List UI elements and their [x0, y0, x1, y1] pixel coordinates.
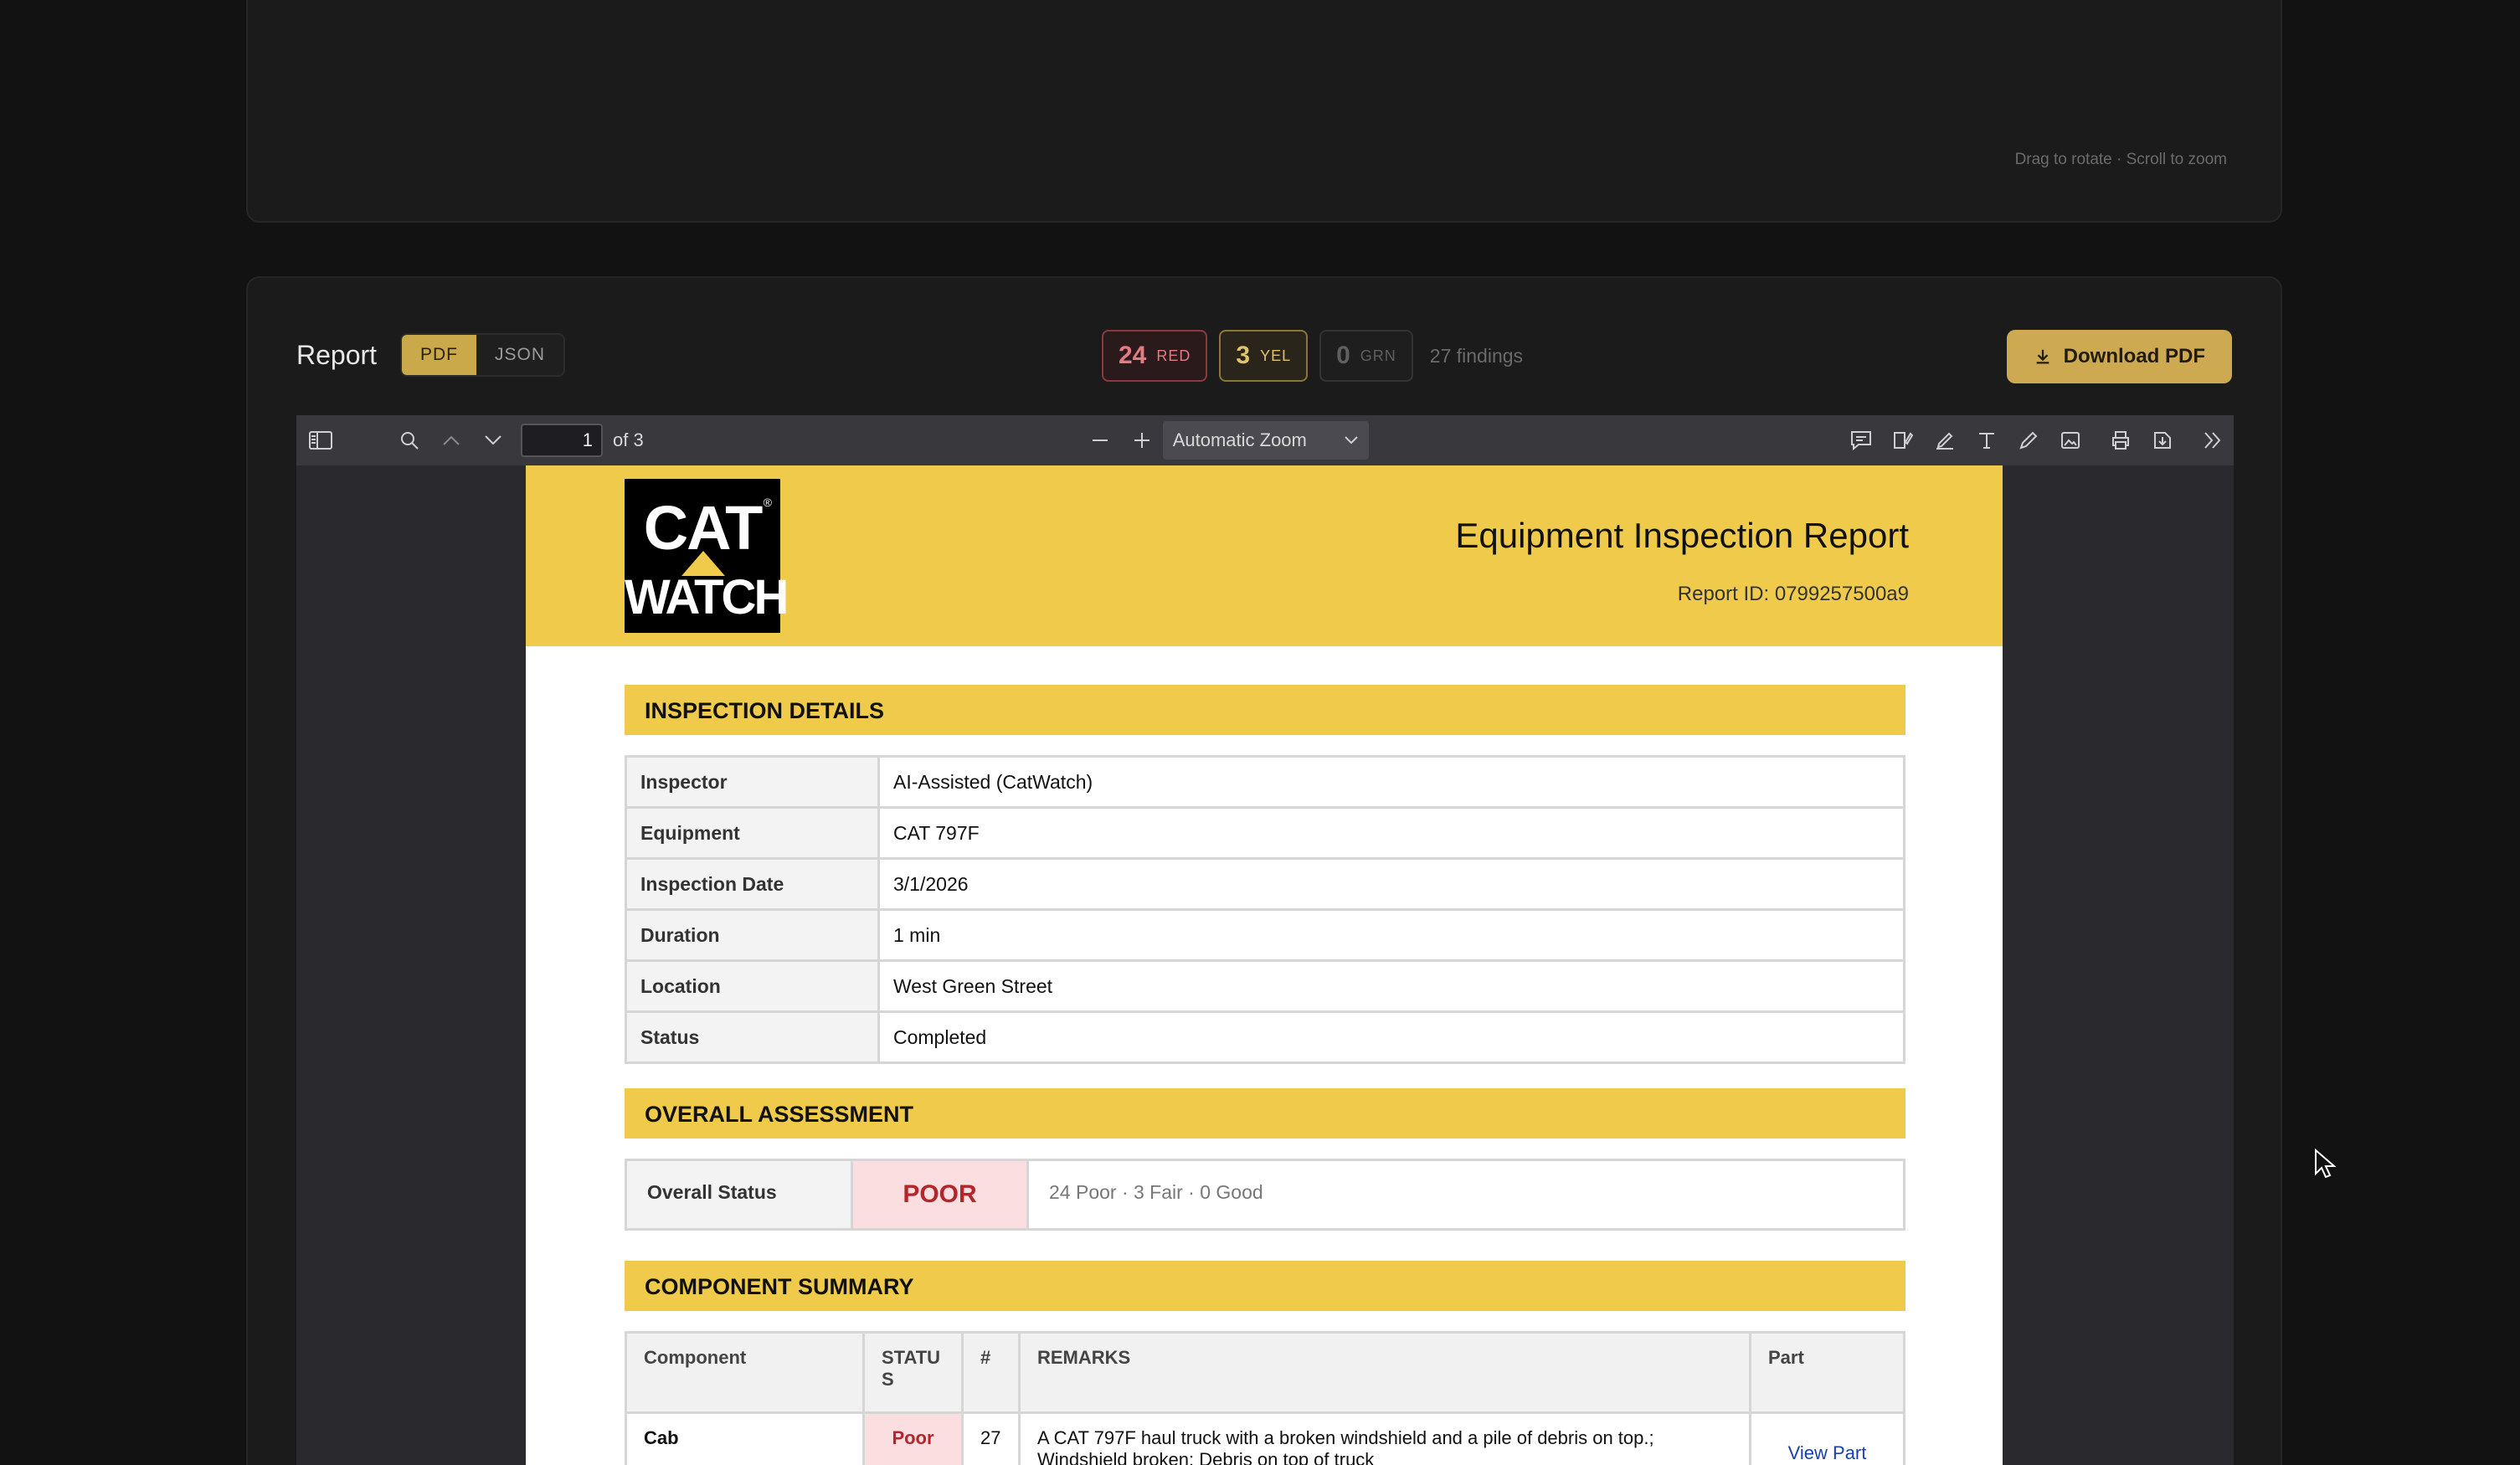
red-count-badge: 24 RED — [1102, 330, 1208, 382]
download-pdf-button[interactable]: Download PDF — [2006, 330, 2232, 383]
report-panel: Report PDF JSON 24 RED 3 YEL 0 GRN 27 fi… — [246, 276, 2282, 1465]
table-row: Cab Poor 27 A CAT 797F haul truck with a… — [625, 1411, 1905, 1465]
document-title: Equipment Inspection Report — [1455, 516, 1909, 555]
chevron-down-icon — [1344, 436, 1358, 445]
zoom-select[interactable]: Automatic Zoom — [1162, 421, 1369, 460]
section-heading-assessment: OVERALL ASSESSMENT — [625, 1088, 1905, 1139]
tab-pdf[interactable]: PDF — [402, 335, 476, 375]
more-tools-icon[interactable] — [2192, 415, 2234, 465]
table-row: Equipment CAT 797F — [625, 806, 1905, 860]
page-number-input[interactable]: 1 — [521, 424, 603, 457]
overall-status-badge: POOR — [853, 1161, 1029, 1228]
zoom-select-value: Automatic Zoom — [1172, 429, 1307, 450]
previous-page-icon[interactable] — [430, 415, 472, 465]
overall-status-label: Overall Status — [627, 1161, 853, 1228]
signature-icon[interactable] — [1882, 415, 1924, 465]
report-header: Report PDF JSON 24 RED 3 YEL 0 GRN 27 fi… — [296, 330, 2232, 383]
report-title: Report — [296, 340, 378, 370]
pdf-toolbar: 1 of 3 Automatic Zoom — [296, 415, 2234, 465]
green-count-badge: 0 GRN — [1319, 330, 1413, 382]
section-heading-details: INSPECTION DETAILS — [625, 685, 1905, 735]
col-component: Component — [625, 1331, 865, 1414]
red-label: RED — [1156, 347, 1191, 364]
page-count: of 3 — [613, 429, 644, 450]
section-heading-components: COMPONENT SUMMARY — [625, 1261, 1905, 1311]
image-icon[interactable] — [2049, 415, 2091, 465]
component-name: Cab — [625, 1411, 865, 1465]
catwatch-logo: CAT WATCH ® — [625, 479, 789, 633]
yellow-label: YEL — [1260, 347, 1292, 364]
comment-icon[interactable] — [1840, 415, 1882, 465]
view-part-link[interactable]: View Part — [1749, 1411, 1905, 1465]
format-toggle: PDF JSON — [400, 333, 566, 377]
table-row: Inspection Date 3/1/2026 — [625, 857, 1905, 911]
draw-icon[interactable] — [2008, 415, 2049, 465]
zoom-in-icon[interactable] — [1121, 415, 1163, 465]
model-viewer-panel[interactable]: Drag to rotate · Scroll to zoom — [246, 0, 2282, 223]
overall-assessment: Overall Status POOR 24 Poor · 3 Fair · 0… — [625, 1159, 1905, 1231]
table-row: Duration 1 min — [625, 908, 1905, 962]
component-summary-table: Component STATUS # REMARKS Part Cab Poor… — [625, 1331, 1905, 1465]
col-status: STATUS — [862, 1331, 964, 1414]
component-remarks: A CAT 797F haul truck with a broken wind… — [1018, 1411, 1751, 1465]
pdf-page: CAT WATCH ® Equipment Inspection Report … — [526, 465, 2003, 1465]
viewer-hint: Drag to rotate · Scroll to zoom — [2014, 151, 2227, 168]
zoom-out-icon[interactable] — [1079, 415, 1121, 465]
next-page-icon[interactable] — [472, 415, 514, 465]
component-count: 27 — [961, 1411, 1021, 1465]
table-row: Location West Green Street — [625, 959, 1905, 1013]
report-id: Report ID: 0799257500a9 — [1677, 583, 1909, 605]
col-count: # — [961, 1331, 1021, 1414]
inspection-details-table: Inspector AI-Assisted (CatWatch) Equipmen… — [625, 755, 1905, 1064]
table-row: Status Completed — [625, 1010, 1905, 1064]
table-row: Inspector AI-Assisted (CatWatch) — [625, 755, 1905, 809]
save-icon[interactable] — [2142, 415, 2183, 465]
download-icon — [2036, 349, 2049, 364]
download-pdf-label: Download PDF — [2063, 345, 2205, 368]
green-label: GRN — [1360, 347, 1396, 364]
mouse-cursor-icon — [2315, 1149, 2336, 1179]
tab-json[interactable]: JSON — [476, 335, 563, 375]
highlight-icon[interactable] — [1924, 415, 1966, 465]
overall-status-summary: 24 Poor · 3 Fair · 0 Good — [1049, 1181, 1263, 1203]
search-icon[interactable] — [388, 415, 430, 465]
component-status: Poor — [862, 1411, 964, 1465]
table-header-row: Component STATUS # REMARKS Part — [625, 1331, 1905, 1414]
col-part: Part — [1749, 1331, 1905, 1414]
yellow-count: 3 — [1236, 342, 1251, 369]
findings-total: 27 findings — [1429, 344, 1524, 367]
text-icon[interactable] — [1966, 415, 2008, 465]
findings-counts: 24 RED 3 YEL 0 GRN 27 findings — [1102, 330, 1523, 382]
print-icon[interactable] — [2100, 415, 2142, 465]
yellow-count-badge: 3 YEL — [1219, 330, 1309, 382]
green-count: 0 — [1336, 342, 1350, 369]
red-count: 24 — [1119, 342, 1147, 369]
sidebar-toggle-icon[interactable] — [300, 415, 342, 465]
pdf-canvas: CAT WATCH ® Equipment Inspection Report … — [296, 465, 2234, 1465]
col-remarks: REMARKS — [1018, 1331, 1751, 1414]
